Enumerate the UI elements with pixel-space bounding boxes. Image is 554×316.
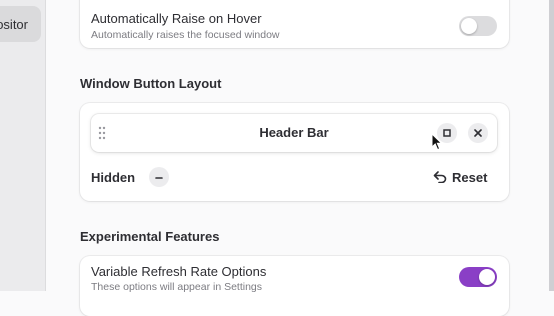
mouse-pointer-icon <box>431 133 443 151</box>
auto-raise-switch[interactable] <box>459 16 497 36</box>
auto-raise-title: Automatically Raise on Hover <box>91 11 262 26</box>
window-button-layout-heading: Window Button Layout <box>80 76 222 91</box>
sidebar-item-label: ositor <box>0 16 28 32</box>
switch-knob <box>479 269 495 285</box>
minimize-icon <box>155 177 163 179</box>
hidden-buttons-label: Hidden <box>91 170 136 185</box>
auto-raise-card: Automatically Raise on Hover Automatical… <box>80 0 509 48</box>
undo-arrow-icon <box>433 171 447 183</box>
experimental-features-heading: Experimental Features <box>80 229 220 244</box>
window-edge <box>549 0 554 291</box>
experimental-card: Variable Refresh Rate Options These opti… <box>80 256 509 316</box>
maximize-icon <box>443 129 451 137</box>
sidebar: ositor <box>0 0 46 291</box>
vrr-title: Variable Refresh Rate Options <box>91 264 267 279</box>
reset-button[interactable]: Reset <box>433 166 493 188</box>
minimize-button[interactable] <box>149 167 169 187</box>
reset-label: Reset <box>452 169 488 185</box>
sidebar-item-compositor[interactable]: ositor <box>0 6 41 42</box>
close-icon <box>474 129 482 137</box>
switch-knob <box>461 18 477 34</box>
vrr-subtitle: These options will appear in Settings <box>91 281 263 293</box>
auto-raise-subtitle: Automatically raises the focused window <box>91 29 280 41</box>
close-button[interactable] <box>468 123 488 143</box>
vrr-switch[interactable] <box>459 267 497 287</box>
